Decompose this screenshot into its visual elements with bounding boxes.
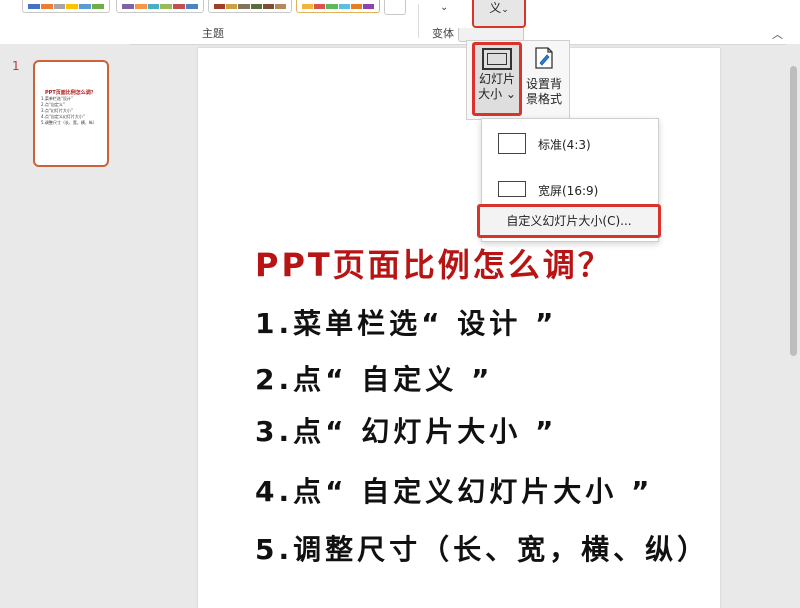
theme-color-swatch: [250, 4, 262, 9]
slide-size-label-2: 大小 ⌄: [478, 87, 516, 101]
themes-more-button[interactable]: [384, 0, 406, 15]
theme-color-swatch: [338, 4, 350, 9]
slide-step-3[interactable]: 3.点“ 幻灯片大小 ”: [255, 410, 557, 450]
menu-item-widescreen[interactable]: 宽屏(16:9): [498, 179, 648, 199]
theme-color-swatch: [40, 4, 53, 9]
theme-color-swatch: [134, 4, 147, 9]
theme-color-swatch: [302, 4, 314, 9]
collapse-ribbon-icon[interactable]: ︿: [772, 26, 783, 42]
format-background-label: 设置背: [525, 77, 562, 91]
theme-color-swatch: [28, 4, 40, 9]
slide-thumbnail[interactable]: PPT页面比例怎么调？ 1.菜单栏选“设计” 2.点“自定义” 3.点“幻灯片大…: [33, 60, 109, 167]
slide-step-4[interactable]: 4.点“ 自定义幻灯片大小 ”: [255, 470, 653, 510]
theme-option[interactable]: [208, 0, 292, 13]
customize-button-label: 义: [489, 1, 502, 15]
theme-color-swatch: [66, 4, 79, 9]
theme-color-swatch: [122, 4, 134, 9]
thumbnail-line: 5.调整尺寸（长、宽，横、纵）: [41, 120, 97, 125]
slide-step-5[interactable]: 5.调整尺寸（长、宽，横、纵）: [255, 528, 709, 568]
theme-color-swatch: [160, 4, 173, 9]
menu-item-custom-size-label: 自定义幻灯片大小(C)...: [506, 214, 632, 228]
menu-item-standard-label: 标准(4:3): [538, 138, 591, 152]
theme-color-swatch: [362, 4, 375, 9]
themes-group-label: 主题: [202, 27, 224, 40]
ratio-16-9-icon: [498, 181, 526, 197]
theme-option[interactable]: [116, 0, 204, 13]
format-background-button[interactable]: 设置背 景格式: [522, 44, 566, 114]
variants-group-label: 变体: [432, 27, 454, 40]
theme-color-swatch: [92, 4, 104, 9]
theme-color-swatch: [350, 4, 362, 9]
slide-number: 1: [12, 59, 20, 73]
ratio-4-3-icon: [498, 133, 526, 154]
theme-color-swatch: [314, 4, 326, 9]
chevron-down-icon: ⌄: [501, 5, 509, 15]
theme-color-swatch: [79, 4, 92, 9]
slide-size-icon: [482, 48, 512, 70]
theme-color-swatch: [147, 4, 160, 9]
menu-item-standard[interactable]: 标准(4:3): [498, 133, 648, 154]
theme-color-swatch: [274, 4, 287, 9]
theme-color-swatch: [173, 4, 186, 9]
theme-color-swatch: [53, 4, 66, 9]
slide-size-button[interactable]: 幻灯片 大小 ⌄: [472, 42, 522, 116]
theme-color-swatch: [262, 4, 274, 9]
customize-button[interactable]: 义⌄: [472, 0, 526, 28]
format-background-icon: [535, 47, 553, 69]
theme-option[interactable]: [22, 0, 110, 13]
slide-title[interactable]: PPT页面比例怎么调？: [255, 240, 613, 286]
theme-color-swatch: [214, 4, 226, 9]
theme-color-swatch: [186, 4, 198, 9]
vertical-scrollbar[interactable]: [786, 44, 800, 600]
slide-step-1[interactable]: 1.菜单栏选“ 设计 ”: [255, 302, 557, 342]
scrollbar-thumb[interactable]: [790, 66, 797, 356]
theme-color-swatch: [226, 4, 238, 9]
theme-color-swatch: [326, 4, 338, 9]
ribbon: 主题 ⌄ 变体 义⌄ ︿: [0, 0, 800, 45]
slide-size-label: 幻灯片: [478, 72, 515, 86]
group-separator: [418, 4, 419, 38]
menu-item-widescreen-label: 宽屏(16:9): [538, 184, 599, 198]
format-background-label-2: 景格式: [525, 92, 562, 106]
menu-item-custom-size[interactable]: 自定义幻灯片大小(C)...: [477, 204, 661, 238]
variants-chevron-icon[interactable]: ⌄: [440, 2, 448, 13]
theme-color-swatch: [238, 4, 250, 9]
slide-step-2[interactable]: 2.点“ 自定义 ”: [255, 358, 493, 398]
theme-option[interactable]: [296, 0, 380, 13]
